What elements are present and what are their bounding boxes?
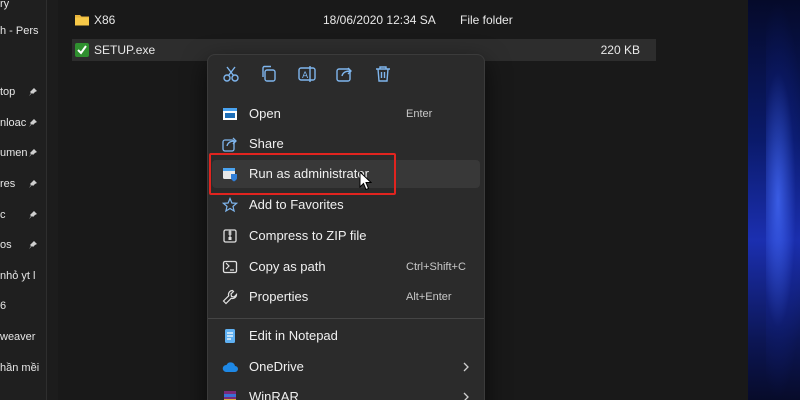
nav-item-label: h - Pers [0,25,39,37]
file-date: 18/06/2020 12:34 SA [323,13,436,27]
nav-item-label: nhỏ yt l [0,270,36,282]
menu-item-label: WinRAR [249,389,299,400]
menu-separator [208,318,484,319]
nav-item[interactable]: h - Pers [0,21,46,41]
menu-item-label: Properties [249,289,309,304]
star-icon [222,197,238,213]
pin-icon [29,88,37,96]
chevron-right-icon [463,362,469,372]
share-icon[interactable] [334,63,356,85]
file-name: SETUP.exe [94,43,156,57]
rename-icon[interactable]: A [296,63,318,85]
nav-item-label: weaver [0,331,36,343]
menu-item-properties[interactable]: Properties Alt+Enter [212,283,480,311]
menu-item-shortcut: Ctrl+Shift+C [406,261,466,273]
cloud-icon [222,362,238,372]
copy-path-icon [222,260,238,274]
menu-item-onedrive[interactable]: OneDrive [212,353,480,381]
screen: ry h - Pers top nloac umen res c os nhỏ … [0,0,800,400]
quick-actions-bar: A [208,55,484,93]
nav-item[interactable]: weaver [0,327,46,347]
share-icon [222,137,237,152]
desktop-wallpaper [748,0,800,400]
menu-item-shortcut: Enter [406,108,433,120]
menu-item-compress-zip[interactable]: Compress to ZIP file [212,222,480,250]
nav-item[interactable]: top [0,82,46,102]
pin-icon [29,211,37,219]
svg-text:A: A [302,71,309,81]
menu-item-label: Open [249,106,281,121]
folder-icon [75,15,89,26]
menu-item-label: Add to Favorites [249,197,344,212]
menu-item-label: Compress to ZIP file [249,228,367,243]
navigation-pane: ry h - Pers top nloac umen res c os nhỏ … [0,0,47,400]
nav-item[interactable]: nloac [0,113,46,133]
nav-item-label: top [0,86,16,98]
mouse-cursor-icon [359,171,372,191]
file-size: 220 KB [600,43,640,57]
exe-icon [75,43,89,57]
file-name: X86 [94,13,116,27]
menu-item-label: Copy as path [249,259,326,274]
file-type: File folder [460,13,513,27]
menu-item-label: Edit in Notepad [249,328,338,343]
nav-item[interactable]: res [0,174,46,194]
menu-item-open[interactable]: Open Enter [212,100,480,128]
menu-item-label: OneDrive [249,359,304,374]
nav-item-label: nloac [0,117,27,129]
pin-icon [29,149,37,157]
zip-icon [223,229,237,243]
nav-item[interactable]: ry [0,0,46,14]
nav-item-label: ry [0,0,10,10]
delete-icon[interactable] [372,63,394,85]
pin-icon [29,180,37,188]
menu-item-add-to-favorites[interactable]: Add to Favorites [212,191,480,219]
copy-icon[interactable] [258,63,280,85]
nav-item[interactable]: c [0,205,46,225]
winrar-icon [224,391,236,400]
menu-item-copy-as-path[interactable]: Copy as path Ctrl+Shift+C [212,253,480,281]
nav-item[interactable]: hần mềi [0,358,46,378]
menu-item-winrar[interactable]: WinRAR [212,383,480,400]
nav-item-label: res [0,178,16,190]
menu-item-edit-in-notepad[interactable]: Edit in Notepad [212,322,480,350]
pin-icon [29,119,37,127]
pin-icon [29,241,37,249]
nav-item-label: hần mềi [0,362,40,374]
open-icon [223,108,237,120]
menu-item-shortcut: Alt+Enter [406,291,452,303]
nav-item-label: 6 [0,300,7,312]
file-row[interactable]: X86 18/06/2020 12:34 SA File folder [72,9,656,31]
nav-item[interactable]: nhỏ yt l [0,266,46,286]
wrench-icon [222,289,238,305]
context-menu: A Open Enter Share Run as administrator … [207,54,485,400]
nav-item[interactable]: 6 [0,296,46,316]
nav-item-label: c [0,209,6,221]
nav-item[interactable]: os [0,235,46,255]
chevron-right-icon [463,392,469,400]
nav-item-label: os [0,239,12,251]
notepad-icon [225,329,235,343]
cut-icon[interactable] [220,63,242,85]
nav-item[interactable]: umen [0,143,46,163]
nav-item-label: umen [0,147,28,159]
